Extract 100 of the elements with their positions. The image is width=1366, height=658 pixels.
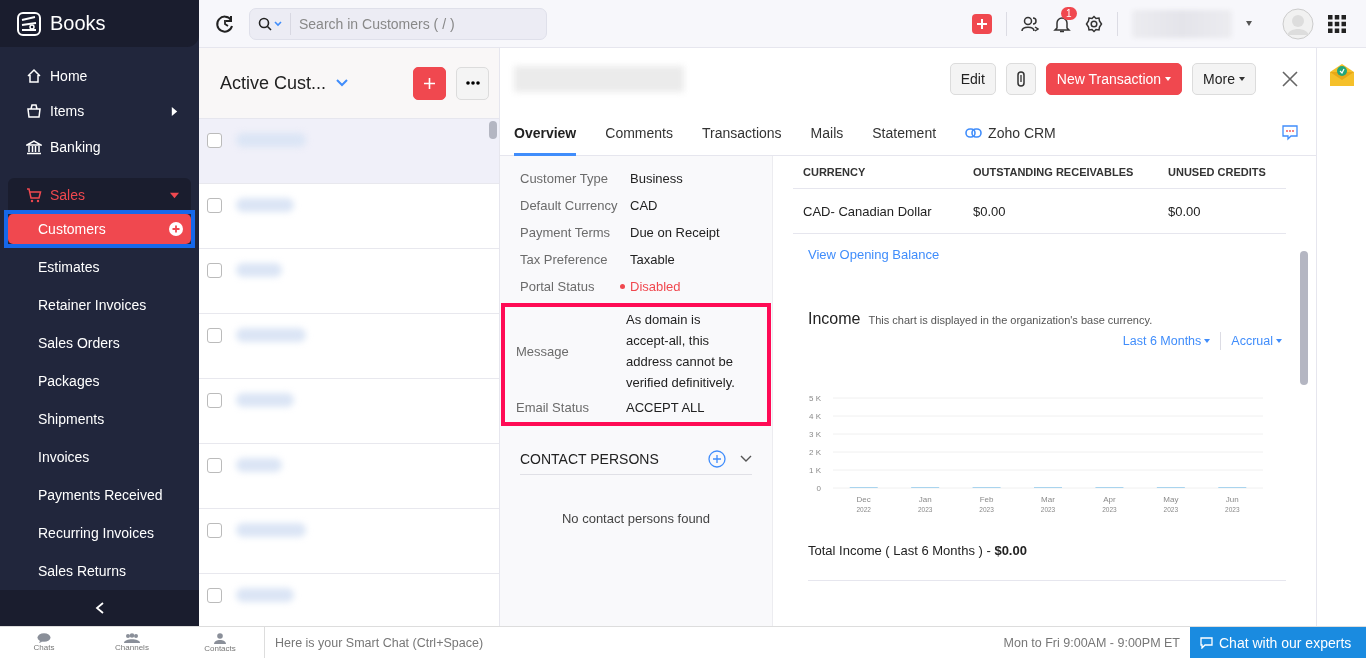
caret-icon[interactable] <box>1246 21 1252 26</box>
avatar-icon[interactable] <box>1282 7 1314 40</box>
search-icon <box>258 16 284 31</box>
recent-history-icon[interactable] <box>215 13 235 34</box>
field-value: Taxable <box>629 251 676 269</box>
group-icon <box>124 633 140 643</box>
support-hours: Mon to Fri 9:00AM - 9:00PM ET <box>1003 635 1181 650</box>
scrollbar-thumb[interactable] <box>1300 251 1308 385</box>
sidebar-item[interactable]: Home <box>8 58 191 94</box>
field-value: CAD <box>629 197 659 215</box>
chart-note: This chart is displayed in the organization's base currency. <box>868 314 1153 326</box>
settings-icon[interactable] <box>1085 14 1103 33</box>
comment-icon[interactable] <box>1282 124 1298 141</box>
more-options-button[interactable] <box>456 66 489 100</box>
notification-badge: 1 <box>1061 6 1077 20</box>
chevron-down-icon[interactable] <box>740 455 752 463</box>
field-label: Message <box>516 342 570 361</box>
sidebar-subitem[interactable]: Customers <box>8 214 191 244</box>
checkbox[interactable] <box>207 328 222 343</box>
tab[interactable]: Statement <box>872 109 937 156</box>
caret-icon <box>1276 339 1282 343</box>
cart-icon <box>26 187 42 204</box>
field-label: Customer Type <box>520 170 609 188</box>
chat-tab[interactable]: Contacts <box>176 627 264 658</box>
table-cell-text: $0.00 <box>972 203 1007 219</box>
column-header: OUTSTANDING RECEIVABLES <box>972 166 1135 178</box>
collapse-bar[interactable] <box>0 590 199 626</box>
field-label: Email Status <box>516 399 590 417</box>
chat-with-experts-button[interactable]: Chat with our experts <box>1190 627 1366 658</box>
field-value: Business <box>629 170 684 188</box>
checkbox[interactable] <box>207 393 222 408</box>
field-label: Portal Status <box>520 278 596 296</box>
new-customer-button[interactable] <box>413 66 446 100</box>
sidebar-subitem[interactable]: Invoices <box>8 442 191 472</box>
status-dot <box>620 284 625 289</box>
home-icon <box>26 67 42 84</box>
app-grid-icon[interactable] <box>1328 14 1346 33</box>
column-header: CURRENCY <box>802 166 867 178</box>
field-label: Default Currency <box>520 197 619 215</box>
caret-icon <box>1204 339 1211 343</box>
sidebar-item[interactable]: Banking <box>8 128 191 165</box>
field-value: ACCEPT ALL <box>625 399 706 417</box>
y-tick-label: 3 K <box>809 430 821 439</box>
bank-icon <box>26 138 42 155</box>
add-icon[interactable] <box>169 222 183 236</box>
sidebar-item[interactable]: Items <box>8 93 191 129</box>
list-view-title[interactable]: Active Cust... <box>220 72 327 94</box>
chat-tab[interactable]: Chats <box>0 627 88 658</box>
search-field[interactable]: Search in Customers ( / ) <box>249 7 547 40</box>
plus-icon <box>977 18 987 29</box>
close-icon[interactable] <box>1282 71 1298 87</box>
new-transaction-button[interactable]: New Transaction <box>1045 63 1183 95</box>
checkbox[interactable] <box>207 263 222 278</box>
checkbox[interactable] <box>207 458 222 473</box>
blurred-name <box>236 458 282 472</box>
chevron-down-icon[interactable] <box>336 79 349 87</box>
quick-create-button[interactable] <box>972 13 992 34</box>
field-value: Disabled <box>620 276 752 297</box>
users-icon[interactable] <box>1021 14 1039 33</box>
envelope-icon[interactable] <box>1327 62 1356 88</box>
sidebar-subitem[interactable]: Recurring Invoices <box>8 518 191 548</box>
blurred-name <box>236 263 282 277</box>
column-header: UNUSED CREDITS <box>1167 166 1267 178</box>
sidebar-subitem[interactable]: Sales Orders <box>8 328 191 358</box>
customer-row[interactable] <box>199 119 499 184</box>
sidebar-subitem[interactable]: Retainer Invoices <box>8 290 191 320</box>
sidebar-subitem[interactable]: Shipments <box>8 404 191 434</box>
more-button[interactable]: More <box>1192 63 1256 95</box>
chevron-left-icon <box>94 602 105 614</box>
tab[interactable]: Mails <box>810 109 844 156</box>
total-income: Total Income ( Last 6 Months ) - $0.00 <box>808 543 1286 581</box>
tab[interactable]: Zoho CRM <box>965 109 1056 156</box>
scrollbar-thumb[interactable] <box>489 121 497 139</box>
blurred-name <box>236 393 294 407</box>
tab[interactable]: Comments <box>605 109 673 156</box>
chat-tab[interactable]: Channels <box>88 627 176 658</box>
chart-title: Income <box>808 310 861 328</box>
checkbox[interactable] <box>207 523 222 538</box>
table-cell-text: CAD- Canadian Dollar <box>802 203 933 219</box>
field-value: Due on Receipt <box>629 224 721 242</box>
sidebar-subitem[interactable]: Sales Returns <box>8 556 191 586</box>
checkbox[interactable] <box>207 198 222 213</box>
tab[interactable]: Transactions <box>701 109 782 156</box>
person-icon <box>214 632 226 644</box>
sidebar-subitem[interactable]: Estimates <box>8 252 191 282</box>
sidebar-subitem[interactable]: Packages <box>8 366 191 396</box>
field-label: Tax Preference <box>520 251 609 269</box>
plus-icon <box>424 77 435 89</box>
attachment-button[interactable] <box>1005 63 1036 95</box>
sidebar-subitem[interactable]: Payments Received <box>8 480 191 510</box>
blurred-name <box>236 328 306 342</box>
add-icon[interactable] <box>708 450 726 468</box>
checkbox[interactable] <box>207 588 222 603</box>
y-tick-label: 0 <box>816 484 821 492</box>
y-tick-label: 2 K <box>809 448 821 457</box>
checkbox[interactable] <box>207 133 222 148</box>
sidebar-item[interactable]: Sales <box>8 178 191 212</box>
blurred-name <box>236 198 294 212</box>
edit-button[interactable]: Edit <box>949 63 996 95</box>
field-label: Payment Terms <box>520 224 612 242</box>
